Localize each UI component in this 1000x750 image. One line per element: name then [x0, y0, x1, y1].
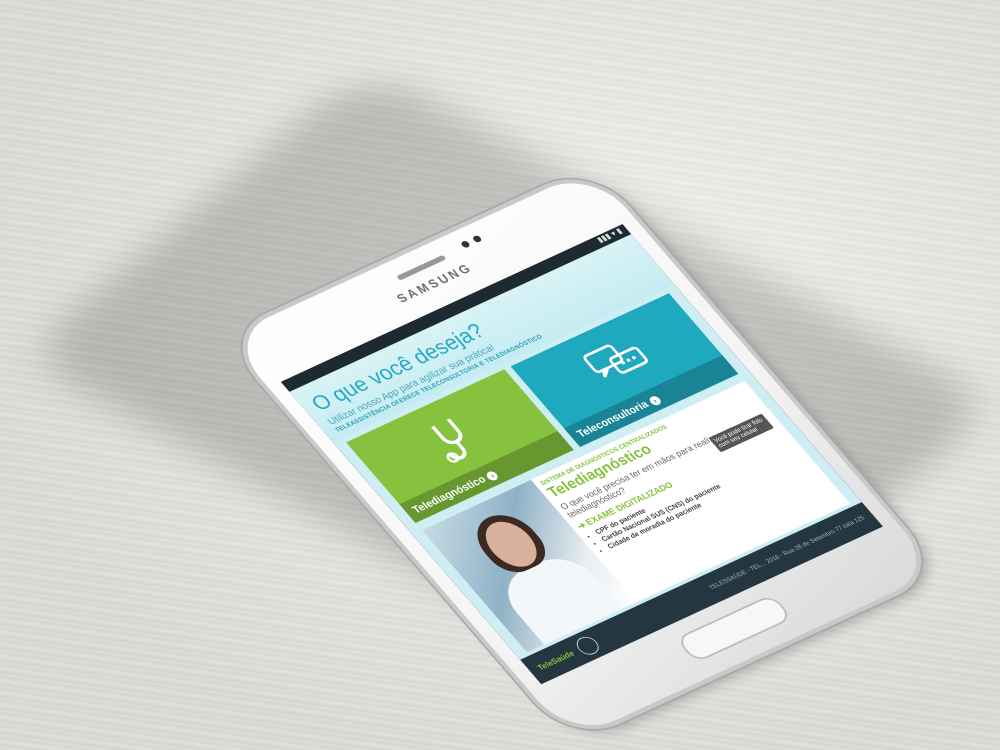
telesaude-logo: TeleSaúde	[535, 648, 577, 672]
chevron-right-icon: ›	[484, 469, 501, 482]
stethoscope-icon	[430, 418, 467, 463]
university-seal-icon	[572, 633, 604, 658]
chat-bubbles-icon	[582, 344, 648, 378]
chevron-right-icon: ›	[647, 394, 663, 407]
